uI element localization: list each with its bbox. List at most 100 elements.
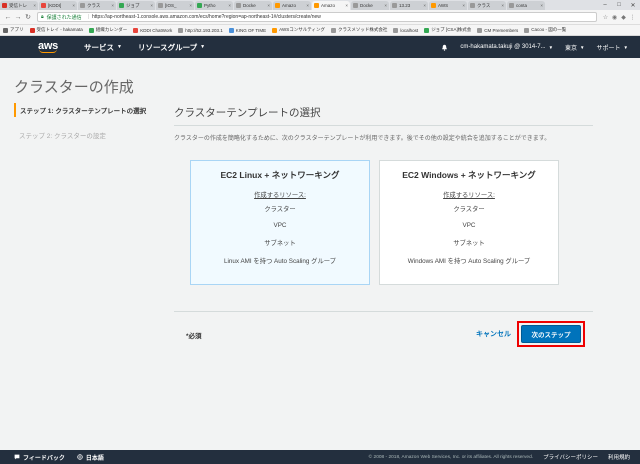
favicon-icon	[158, 3, 163, 8]
close-tab-icon[interactable]: ×	[423, 3, 426, 8]
favicon-icon	[470, 3, 475, 8]
aws-logo[interactable]: aws	[28, 36, 68, 58]
url-input[interactable]: 🔒︎ 保護された通信 | https://ap-northeast-1.cons…	[37, 12, 597, 22]
extension-icon[interactable]: ◉	[610, 14, 619, 21]
close-tab-icon[interactable]: ×	[540, 3, 543, 8]
browser-tab[interactable]: AWS ×	[429, 1, 467, 10]
next-step-button[interactable]: 次のステップ	[521, 325, 581, 343]
region-menu[interactable]: 東京 ▼	[565, 43, 584, 52]
close-window-icon[interactable]: ✕	[626, 2, 640, 9]
services-menu[interactable]: サービス ▼	[84, 42, 122, 53]
browser-tab[interactable]: Amazo ×	[312, 1, 350, 10]
close-tab-icon[interactable]: ×	[228, 3, 231, 8]
star-icon[interactable]: ☆	[601, 14, 610, 21]
bookmark-icon	[393, 27, 399, 33]
bookmark-item[interactable]: KDDI ChatWork	[133, 27, 173, 33]
main-content: クラスターテンプレートの選択 クラスターの作成を簡略化するために、次のクラスター…	[174, 105, 593, 144]
resource-groups-menu[interactable]: リソースグループ ▼	[138, 42, 205, 53]
browser-tab[interactable]: Docke ×	[351, 1, 389, 10]
close-tab-icon[interactable]: ×	[345, 3, 348, 8]
back-icon[interactable]: ←	[3, 14, 13, 21]
close-tab-icon[interactable]: ×	[150, 3, 153, 8]
support-menu[interactable]: サポート ▼	[597, 43, 628, 52]
favicon-icon	[509, 3, 514, 8]
browser-tab[interactable]: [IOS_ ×	[156, 1, 194, 10]
reload-icon[interactable]: ↻	[23, 13, 33, 21]
close-tab-icon[interactable]: ×	[33, 3, 36, 8]
bookmark-item[interactable]: localhost	[393, 27, 419, 33]
bookmark-item[interactable]: 組織カレンダー	[88, 27, 127, 33]
bookmark-label: KDDI ChatWork	[140, 27, 173, 33]
terms-link[interactable]: 利用規約	[608, 453, 630, 461]
account-menu[interactable]: cm-hakamata.takuji @ 3014-7... ▼	[460, 44, 553, 50]
window-controls: – □ ✕	[598, 0, 640, 10]
close-tab-icon[interactable]: ×	[111, 3, 114, 8]
feedback-link[interactable]: フィードバック	[14, 453, 65, 462]
tab-label: 13.23	[399, 3, 411, 8]
caret-down-icon: ▼	[580, 44, 585, 50]
bookmark-item[interactable]: KING OF TIME	[228, 27, 266, 33]
bookmark-item[interactable]: http://52.193.203.1	[178, 27, 223, 33]
caret-down-icon: ▼	[623, 44, 628, 50]
favicon-icon	[275, 3, 280, 8]
close-tab-icon[interactable]: ×	[72, 3, 75, 8]
secure-label: 保護された通信	[46, 14, 82, 21]
cancel-button[interactable]: キャンセル	[476, 329, 511, 339]
browser-tab[interactable]: conta ×	[507, 1, 545, 10]
resource-item: VPC	[462, 222, 476, 229]
close-tab-icon[interactable]: ×	[462, 3, 465, 8]
bookmark-label: CM Premembers	[484, 27, 519, 33]
tab-label: Pytho	[204, 3, 216, 8]
address-bar: ← → ↻ 🔒︎ 保護された通信 | https://ap-northeast-…	[0, 10, 640, 25]
bookmark-icon	[88, 27, 94, 33]
bookmark-label: localhost	[400, 27, 419, 33]
close-tab-icon[interactable]: ×	[189, 3, 192, 8]
bookmark-item[interactable]: アプリ	[3, 27, 24, 33]
favicon-icon	[41, 3, 46, 8]
language-selector[interactable]: 日本語	[77, 453, 104, 462]
page-title: クラスターの作成	[14, 79, 134, 96]
next-button-highlight: 次のステップ	[517, 321, 585, 347]
close-tab-icon[interactable]: ×	[501, 3, 504, 8]
bookmark-item[interactable]: ジョブ [CSA]株式会	[424, 27, 471, 33]
bookmark-item[interactable]: Cacoo - 図の一覧	[524, 27, 566, 33]
maximize-icon[interactable]: □	[612, 2, 626, 8]
extension-icon[interactable]: ◆	[619, 14, 628, 21]
close-tab-icon[interactable]: ×	[267, 3, 270, 8]
bookmark-item[interactable]: CM Premembers	[477, 27, 519, 33]
minimize-icon[interactable]: –	[598, 2, 612, 8]
bell-icon	[442, 44, 448, 51]
bookmark-item[interactable]: 受信トレイ - hakamata	[29, 27, 83, 33]
favicon-icon	[431, 3, 436, 8]
step-1[interactable]: ステップ 1: クラスターテンプレートの選択	[14, 103, 164, 117]
favicon-icon	[119, 3, 124, 8]
template-card-windows[interactable]: EC2 Windows + ネットワーキング 作成するリソース: クラスター V…	[379, 160, 559, 285]
template-card-linux[interactable]: EC2 Linux + ネットワーキング 作成するリソース: クラスター VPC…	[190, 160, 370, 285]
section-description: クラスターの作成を簡略化するために、次のクラスターテンプレートが利用できます。後…	[174, 136, 551, 142]
globe-icon	[77, 454, 83, 460]
tab-label: 受信トレ	[9, 2, 27, 8]
browser-tab[interactable]: Docke ×	[234, 1, 272, 10]
bookmark-label: AWSコンサルティング	[279, 27, 325, 32]
tab-label: conta	[516, 3, 528, 8]
browser-tab[interactable]: ジョブ ×	[117, 1, 155, 10]
privacy-link[interactable]: プライバシーポリシー	[543, 453, 598, 461]
forward-icon[interactable]: →	[13, 14, 23, 21]
browser-tab[interactable]: クラス ×	[468, 1, 506, 10]
bookmark-icon	[3, 27, 8, 33]
notifications-bell[interactable]	[441, 44, 448, 51]
bookmark-icon	[133, 27, 139, 33]
close-tab-icon[interactable]: ×	[306, 3, 309, 8]
browser-tab[interactable]: Amazo ×	[273, 1, 311, 10]
close-tab-icon[interactable]: ×	[384, 3, 387, 8]
bookmark-item[interactable]: AWSコンサルティング	[272, 27, 325, 33]
bookmark-label: クラスメソッド株式会社	[338, 27, 388, 32]
bookmark-item[interactable]: クラスメソッド株式会社	[331, 27, 387, 33]
tab-label: ジョブ	[126, 2, 140, 8]
browser-tab[interactable]: [KDDI] ×	[39, 1, 77, 10]
menu-icon[interactable]: ⋮	[628, 14, 637, 21]
browser-tab[interactable]: クラス ×	[78, 1, 116, 10]
browser-tab[interactable]: Pytho ×	[195, 1, 233, 10]
browser-tab[interactable]: 13.23 ×	[390, 1, 428, 10]
browser-tab[interactable]: 受信トレ ×	[0, 1, 38, 10]
